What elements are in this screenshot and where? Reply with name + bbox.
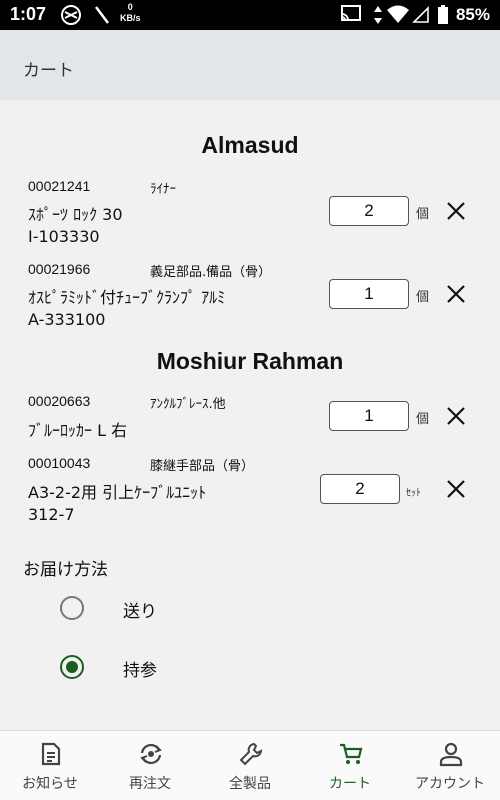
radio-label[interactable]: 持参 <box>123 656 157 681</box>
item-name-line1: ｽﾎﾟｰﾂ ﾛｯｸ 30 <box>28 205 123 224</box>
cart-content: Almasud 00021241 ﾗｲﾅｰ ｽﾎﾟｰﾂ ﾛｯｸ 30 I-103… <box>0 100 500 730</box>
battery-icon <box>438 5 448 24</box>
remove-item-icon[interactable] <box>444 404 468 428</box>
item-name-line1: A3-2-2用 引上ｹｰﾌﾞﾙﾕﾆｯﾄ <box>28 483 207 502</box>
nav-label: お知らせ <box>22 776 78 792</box>
document-icon <box>41 742 61 766</box>
unit-label: 個 <box>416 412 430 427</box>
cart-icon <box>340 743 363 764</box>
app-header: カート <box>0 30 500 100</box>
nav-item-reorder[interactable]: 再注文 <box>100 731 200 800</box>
speed-unit: KB/s <box>120 13 141 23</box>
reorder-icon <box>140 743 162 765</box>
nav-label: 再注文 <box>129 776 171 792</box>
speed-value: 0 <box>127 2 133 12</box>
customer-group-title: Almasud <box>201 132 299 158</box>
account-icon <box>439 742 463 767</box>
item-name-line2: 312-7 <box>28 505 75 524</box>
remove-item-icon[interactable] <box>444 477 468 501</box>
nav-item-cart[interactable]: カート <box>300 731 400 800</box>
delivery-method-label: お届け方法 <box>23 560 108 580</box>
nav-label: カート <box>329 776 371 792</box>
radio-label[interactable]: 送り <box>123 597 157 622</box>
quantity-input[interactable]: 1 <box>329 401 409 431</box>
wifi-icon <box>387 5 409 23</box>
status-time: 1:07 <box>10 4 47 24</box>
unit-label: 個 <box>416 207 430 222</box>
item-category: ｱﾝｸﾙﾌﾞﾚｰｽ.他 <box>150 397 226 412</box>
customer-group-title: Moshiur Rahman <box>156 348 344 374</box>
item-category: 義足部品.備品（骨） <box>150 265 272 280</box>
unit-label: 個 <box>416 290 430 305</box>
item-code: 00010043 <box>28 455 91 471</box>
bottom-navigation: お知らせ 再注文 全製品 カート アカウント <box>0 730 500 800</box>
item-category: ﾗｲﾅｰ <box>150 182 176 197</box>
item-code: 00021966 <box>28 261 91 277</box>
remove-item-icon[interactable] <box>444 199 468 223</box>
item-name-line1: ｵｽﾋﾟﾗﾐｯﾄﾞ付ﾁｭｰﾌﾞｸﾗﾝﾌﾟ ｱﾙﾐ <box>28 288 226 307</box>
nav-item-account[interactable]: アカウント <box>400 731 500 800</box>
item-name-line2: I-103330 <box>28 227 100 246</box>
nav-item-all-products[interactable]: 全製品 <box>200 731 300 800</box>
page-title: カート <box>23 61 74 81</box>
item-name: A3-2-2用 引上ｹｰﾌﾞﾙﾕﾆｯﾄ 312-7 <box>28 482 206 526</box>
radio-button[interactable] <box>60 596 84 620</box>
item-code: 00021241 <box>28 178 91 194</box>
item-name-line2: A-333100 <box>28 310 106 329</box>
cell-signal-icon <box>412 6 429 23</box>
unit-label: ｾｯﾄ <box>406 488 421 499</box>
remove-item-icon[interactable] <box>444 282 468 306</box>
item-name: ｵｽﾋﾟﾗﾐｯﾄﾞ付ﾁｭｰﾌﾞｸﾗﾝﾌﾟ ｱﾙﾐ A-333100 <box>28 287 225 331</box>
nav-item-notices[interactable]: お知らせ <box>0 731 100 800</box>
item-category: 膝継手部品（骨） <box>150 459 255 474</box>
wrench-icon <box>239 742 263 766</box>
app-notification-icon <box>61 5 81 25</box>
signal-slash-icon <box>95 6 109 24</box>
nav-label: アカウント <box>415 776 485 792</box>
network-speed: 0 KB/s <box>120 2 141 24</box>
status-bar: 1:07 0 KB/s 85% <box>0 0 500 30</box>
quantity-input[interactable]: 1 <box>329 279 409 309</box>
item-name-line1: ﾌﾞﾙｰﾛｯｶｰ L 右 <box>28 421 128 440</box>
item-name: ｽﾎﾟｰﾂ ﾛｯｸ 30 I-103330 <box>28 204 123 248</box>
quantity-input[interactable]: 2 <box>329 196 409 226</box>
data-transfer-icon <box>374 6 382 24</box>
item-name: ﾌﾞﾙｰﾛｯｶｰ L 右 <box>28 420 127 442</box>
nav-label: 全製品 <box>229 776 271 792</box>
quantity-input[interactable]: 2 <box>320 474 400 504</box>
item-code: 00020663 <box>28 393 91 409</box>
cast-icon <box>341 5 361 21</box>
battery-level: 85% <box>455 5 490 24</box>
radio-button-selected[interactable] <box>60 655 84 679</box>
